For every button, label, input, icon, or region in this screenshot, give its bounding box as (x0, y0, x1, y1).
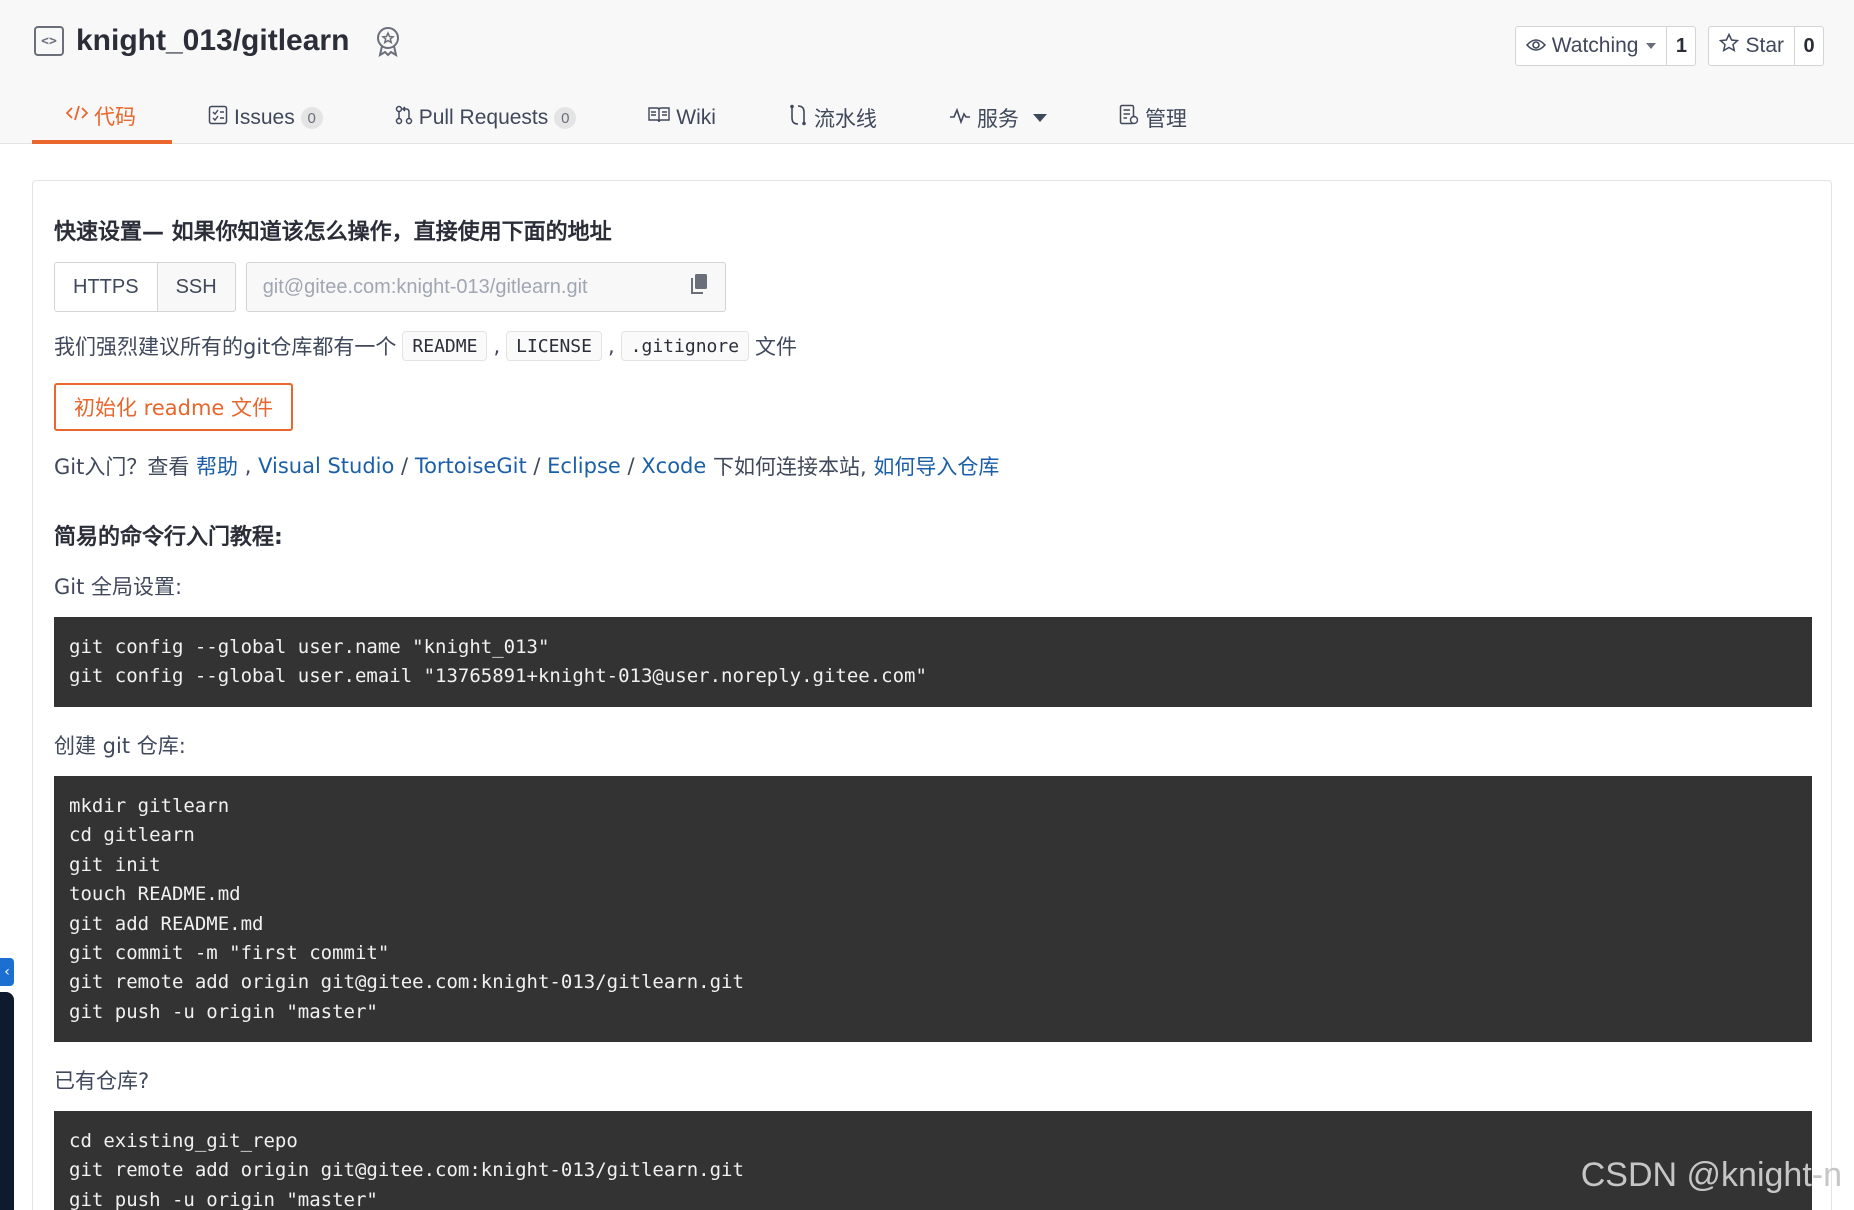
tab-issues[interactable]: Issues 0 (172, 92, 359, 144)
ssh-tab[interactable]: SSH (158, 263, 235, 311)
settings-doc-icon (1119, 104, 1139, 132)
help-prefix: Git入门？查看 (54, 455, 190, 479)
clone-url-row: HTTPS SSH git@gitee.com:knight-013/gitle… (54, 262, 726, 312)
tab-pull-requests[interactable]: Pull Requests 0 (359, 92, 613, 144)
watch-button-group: Watching 1 (1514, 26, 1697, 66)
watch-count[interactable]: 1 (1667, 27, 1695, 65)
existing-repo-code: cd existing_git_repo git remote add orig… (54, 1111, 1812, 1210)
quick-setup-title: 快速设置— 如果你知道该怎么操作，直接使用下面的地址 (54, 220, 612, 245)
repo-actions: Watching 1 Star 0 (1514, 26, 1824, 66)
star-button[interactable]: Star (1709, 27, 1795, 65)
create-repo-code: mkdir gitlearn cd gitlearn git init touc… (54, 776, 1812, 1042)
floating-side-widget: ‹ (0, 958, 14, 1210)
global-setup-label: Git 全局设置: (54, 575, 183, 599)
recommend-line: 我们强烈建议所有的git仓库都有一个 README , LICENSE , .g… (54, 331, 797, 361)
tab-manage-label: 管理 (1144, 108, 1187, 131)
tutorial-title: 简易的命令行入门教程: (54, 525, 283, 550)
existing-repo-label: 已有仓库? (54, 1069, 150, 1093)
protocol-switch: HTTPS SSH (54, 262, 236, 312)
https-tab[interactable]: HTTPS (55, 263, 158, 311)
eye-icon (1525, 34, 1546, 58)
slash-separator: / (533, 454, 541, 478)
create-repo-label: 创建 git 仓库: (54, 734, 186, 758)
global-setup-code: git config --global user.name "knight_01… (54, 617, 1812, 707)
tab-services[interactable]: 服务 (913, 92, 1083, 144)
chevron-down-icon (1646, 43, 1657, 49)
gitignore-chip: .gitignore (620, 331, 750, 361)
recommend-separator: , (493, 334, 501, 358)
repo-name-link[interactable]: knight_013/gitlearn (76, 24, 349, 58)
pipeline-icon (788, 104, 808, 132)
repo-title: <> knight_013/gitlearn (34, 24, 403, 58)
tab-services-label: 服务 (976, 108, 1019, 131)
side-banner[interactable] (0, 992, 14, 1210)
repo-tabs: 代码 Issues 0 Pull Requests 0 Wiki 流水线 服务 … (32, 92, 1223, 144)
watch-button[interactable]: Watching (1516, 27, 1668, 65)
tab-wiki-label: Wiki (676, 106, 716, 129)
csdn-watermark: CSDN @knight-n (1580, 1156, 1842, 1194)
license-chip: LICENSE (506, 331, 602, 361)
tab-code-label: 代码 (94, 106, 136, 129)
issues-count-badge: 0 (300, 107, 323, 129)
slash-separator: / (627, 454, 635, 478)
xcode-link[interactable]: Xcode (641, 454, 706, 478)
pull-request-icon (395, 105, 413, 131)
tab-pipeline-label: 流水线 (813, 108, 877, 131)
recommend-prefix: 我们强烈建议所有的git仓库都有一个 (54, 335, 397, 359)
recommend-separator: , (607, 334, 615, 358)
copy-icon[interactable] (689, 273, 709, 301)
close-icon[interactable]: ‹ (0, 958, 14, 986)
star-icon (1719, 32, 1740, 59)
import-repo-link[interactable]: 如何导入仓库 (873, 451, 999, 481)
slash-separator: / (401, 454, 409, 478)
visual-studio-link[interactable]: Visual Studio (258, 454, 394, 478)
star-button-group: Star 0 (1708, 26, 1824, 66)
tab-wiki[interactable]: Wiki (612, 92, 752, 144)
award-badge-icon[interactable] (373, 25, 403, 57)
book-icon (648, 106, 670, 130)
help-line: Git入门？查看 帮助 , Visual Studio / TortoiseGi… (54, 451, 999, 481)
tab-pipeline[interactable]: 流水线 (752, 92, 913, 144)
readme-chip: README (402, 331, 488, 361)
code-icon (65, 104, 89, 128)
eclipse-link[interactable]: Eclipse (547, 454, 621, 478)
help-separator: , (244, 454, 252, 478)
chevron-down-icon (1032, 114, 1047, 122)
star-count[interactable]: 0 (1795, 27, 1823, 65)
recommend-suffix: 文件 (755, 335, 798, 359)
issues-icon (208, 105, 228, 131)
repo-code-icon: <> (34, 26, 64, 56)
clone-url-value: git@gitee.com:knight-013/gitlearn.git (262, 275, 588, 298)
help-middle-text: 下如何连接本站, (713, 455, 867, 479)
clone-url-input[interactable]: git@gitee.com:knight-013/gitlearn.git (245, 262, 726, 312)
tortoisegit-link[interactable]: TortoiseGit (415, 454, 527, 478)
activity-icon (949, 106, 971, 130)
pull-requests-count-badge: 0 (554, 107, 577, 129)
tab-pull-requests-label: Pull Requests (418, 106, 549, 129)
watch-label: Watching (1551, 34, 1639, 57)
repo-header: <> knight_013/gitlearn Watching 1 Star 0… (0, 0, 1854, 144)
tab-code[interactable]: 代码 (32, 92, 172, 144)
tab-manage[interactable]: 管理 (1083, 92, 1223, 144)
help-link[interactable]: 帮助 (196, 451, 238, 481)
tab-issues-label: Issues (234, 106, 295, 129)
star-label: Star (1745, 34, 1784, 57)
init-readme-button[interactable]: 初始化 readme 文件 (54, 383, 294, 431)
